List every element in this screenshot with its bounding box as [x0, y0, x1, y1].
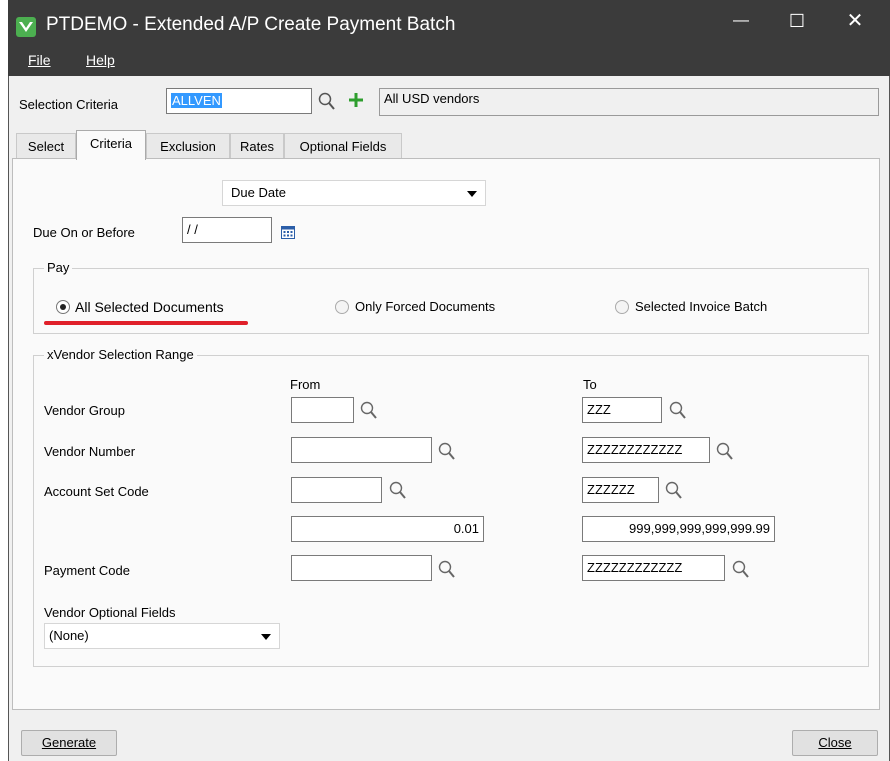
- account-set-code-label: Account Set Code: [44, 484, 149, 499]
- selection-criteria-label: Selection Criteria: [19, 97, 118, 112]
- payment-code-to-input[interactable]: ZZZZZZZZZZZZ: [582, 555, 725, 581]
- menu-bar: [8, 50, 890, 76]
- vendor-selection-range-label: xVendor Selection Range: [44, 347, 197, 362]
- maximize-button[interactable]: ☐: [780, 6, 814, 36]
- due-on-or-before-label: Due On or Before: [33, 225, 135, 240]
- menu-help-label: Help: [86, 52, 115, 68]
- vendor-optional-fields-value: (None): [49, 628, 89, 643]
- date-type-value: Due Date: [231, 185, 286, 200]
- to-header: To: [583, 377, 597, 392]
- close-window-button[interactable]: ✕: [838, 6, 872, 36]
- app-icon: [16, 17, 36, 37]
- tab-rates[interactable]: Rates: [230, 133, 284, 159]
- vendor-number-from-search-icon[interactable]: [438, 442, 456, 465]
- tab-select[interactable]: Select: [16, 133, 76, 159]
- vendor-group-to-input[interactable]: ZZZ: [582, 397, 662, 423]
- generate-button-label: Generate: [41, 735, 97, 750]
- vendor-number-label: Vendor Number: [44, 444, 136, 459]
- account-set-code-to-input[interactable]: ZZZZZZ: [582, 477, 659, 503]
- vendor-number-to-input[interactable]: ZZZZZZZZZZZZ: [582, 437, 710, 463]
- calendar-icon[interactable]: [280, 224, 296, 240]
- vendor-group-from-input[interactable]: [291, 397, 354, 423]
- account-set-code-from-search-icon[interactable]: [389, 481, 407, 504]
- close-button-label: Close: [818, 735, 852, 750]
- selection-criteria-search-icon[interactable]: [318, 92, 336, 115]
- menu-file-label: File: [28, 52, 51, 68]
- payment-code-from-input[interactable]: [291, 555, 432, 581]
- vendor-group-from-search-icon[interactable]: [360, 401, 378, 424]
- account-set-code-from-input[interactable]: [291, 477, 382, 503]
- window-title: PTDEMO - Extended A/P Create Payment Bat…: [46, 14, 456, 35]
- pay-group-label: Pay: [44, 260, 73, 275]
- payment-code-from-search-icon[interactable]: [438, 560, 456, 583]
- vendor-number-to-search-icon[interactable]: [716, 442, 734, 465]
- vendor-optional-fields-dropdown[interactable]: (None): [44, 623, 280, 649]
- generate-button[interactable]: Generate: [21, 730, 117, 756]
- from-header: From: [290, 377, 321, 392]
- selected-invoice-batch-label[interactable]: Selected Invoice Batch: [635, 299, 767, 314]
- all-selected-documents-label[interactable]: All Selected Documents: [75, 299, 224, 315]
- selection-criteria-code-value: ALLVEN: [171, 93, 222, 108]
- amount-from-input[interactable]: 0.01: [291, 516, 484, 542]
- menu-help[interactable]: Help: [86, 52, 115, 68]
- tab-optional-fields[interactable]: Optional Fields: [284, 133, 402, 159]
- payment-code-to-search-icon[interactable]: [732, 560, 750, 583]
- radio-selected-invoice-batch[interactable]: [615, 300, 629, 314]
- radio-all-selected-documents[interactable]: [56, 300, 70, 314]
- close-button[interactable]: Close: [792, 730, 878, 756]
- payment-code-label: Payment Code: [44, 563, 130, 578]
- chevron-down-icon: [261, 634, 271, 640]
- vendor-selection-range-group: [33, 355, 869, 667]
- selection-criteria-description: All USD vendors: [379, 88, 879, 116]
- tab-exclusion[interactable]: Exclusion: [146, 133, 230, 159]
- tab-criteria[interactable]: Criteria: [76, 130, 146, 160]
- account-set-code-to-search-icon[interactable]: [665, 481, 683, 504]
- minimize-button[interactable]: —: [724, 6, 758, 36]
- highlight-underline: [44, 321, 248, 325]
- date-type-dropdown[interactable]: Due Date: [222, 180, 486, 206]
- vendor-optional-fields-label: Vendor Optional Fields: [44, 605, 176, 620]
- due-date-input[interactable]: / /: [182, 217, 272, 243]
- chevron-down-icon: [467, 191, 477, 197]
- amount-to-input[interactable]: 999,999,999,999,999.99: [582, 516, 775, 542]
- selection-criteria-code-input[interactable]: ALLVEN: [166, 88, 312, 114]
- vendor-group-label: Vendor Group: [44, 403, 125, 418]
- only-forced-documents-label[interactable]: Only Forced Documents: [355, 299, 495, 314]
- vendor-group-to-search-icon[interactable]: [669, 401, 687, 424]
- menu-file[interactable]: File: [28, 52, 51, 68]
- radio-only-forced-documents[interactable]: [335, 300, 349, 314]
- vendor-number-from-input[interactable]: [291, 437, 432, 463]
- add-criteria-icon[interactable]: [346, 90, 366, 110]
